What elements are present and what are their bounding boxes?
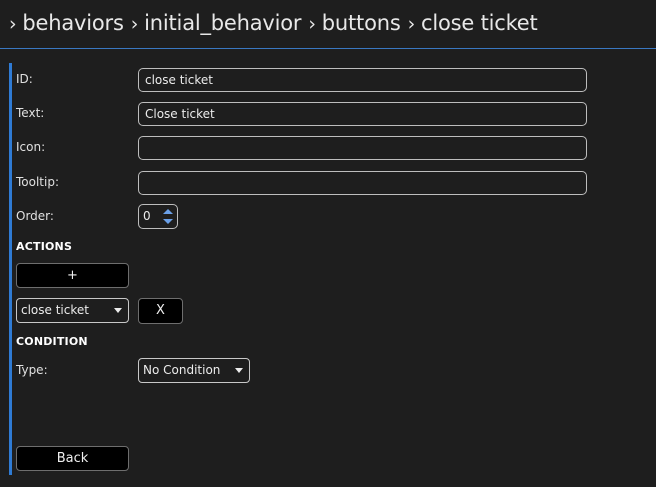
breadcrumb-separator: › bbox=[407, 13, 416, 35]
id-input[interactable] bbox=[138, 68, 587, 92]
add-action-button[interactable]: + bbox=[16, 263, 129, 288]
remove-action-label: X bbox=[156, 303, 165, 318]
order-stepper[interactable]: 0 bbox=[138, 204, 178, 229]
stepper-down-icon[interactable] bbox=[163, 219, 173, 224]
breadcrumb-item-buttons[interactable]: buttons bbox=[322, 11, 401, 35]
action-select-value: close ticket bbox=[21, 303, 89, 317]
back-button-label: Back bbox=[56, 451, 89, 466]
breadcrumb-item-behaviors[interactable]: behaviors bbox=[22, 11, 124, 35]
breadcrumb-separator: › bbox=[9, 13, 17, 35]
section-accent-bar bbox=[9, 63, 12, 475]
text-label: Text: bbox=[16, 106, 45, 120]
icon-label: Icon: bbox=[16, 140, 46, 154]
breadcrumb-separator: › bbox=[130, 13, 139, 35]
text-input[interactable] bbox=[138, 102, 587, 126]
stepper-up-icon[interactable] bbox=[163, 209, 173, 214]
condition-type-select[interactable]: No Condition bbox=[138, 358, 250, 383]
action-select[interactable]: close ticket bbox=[16, 298, 129, 323]
id-label: ID: bbox=[16, 72, 33, 86]
chevron-down-icon bbox=[114, 308, 122, 313]
stepper-arrows[interactable] bbox=[163, 208, 173, 226]
breadcrumb-trail: › behaviors › initial_behavior › buttons › clos… bbox=[9, 8, 538, 39]
condition-heading: CONDITION bbox=[16, 335, 88, 348]
condition-type-value: No Condition bbox=[143, 363, 221, 377]
actions-heading: ACTIONS bbox=[16, 240, 73, 253]
breadcrumb-separator: › bbox=[308, 13, 316, 35]
tooltip-input[interactable] bbox=[138, 171, 587, 195]
remove-action-button[interactable]: X bbox=[138, 298, 183, 324]
button-editor-panel: › behaviors › initial_behavior › buttons › clos… bbox=[0, 0, 656, 487]
order-value[interactable]: 0 bbox=[143, 209, 151, 223]
breadcrumb: › behaviors › initial_behavior › buttons › clos… bbox=[0, 0, 656, 49]
back-button[interactable]: Back bbox=[16, 446, 129, 471]
breadcrumb-item-initial-behavior[interactable]: initial_behavior bbox=[144, 11, 301, 35]
condition-type-label: Type: bbox=[16, 363, 48, 377]
tooltip-label: Tooltip: bbox=[16, 175, 60, 189]
plus-icon: + bbox=[67, 268, 78, 283]
breadcrumb-item-current: close ticket bbox=[421, 11, 538, 35]
icon-input[interactable] bbox=[138, 136, 587, 160]
chevron-down-icon bbox=[235, 368, 243, 373]
order-label: Order: bbox=[16, 209, 54, 223]
